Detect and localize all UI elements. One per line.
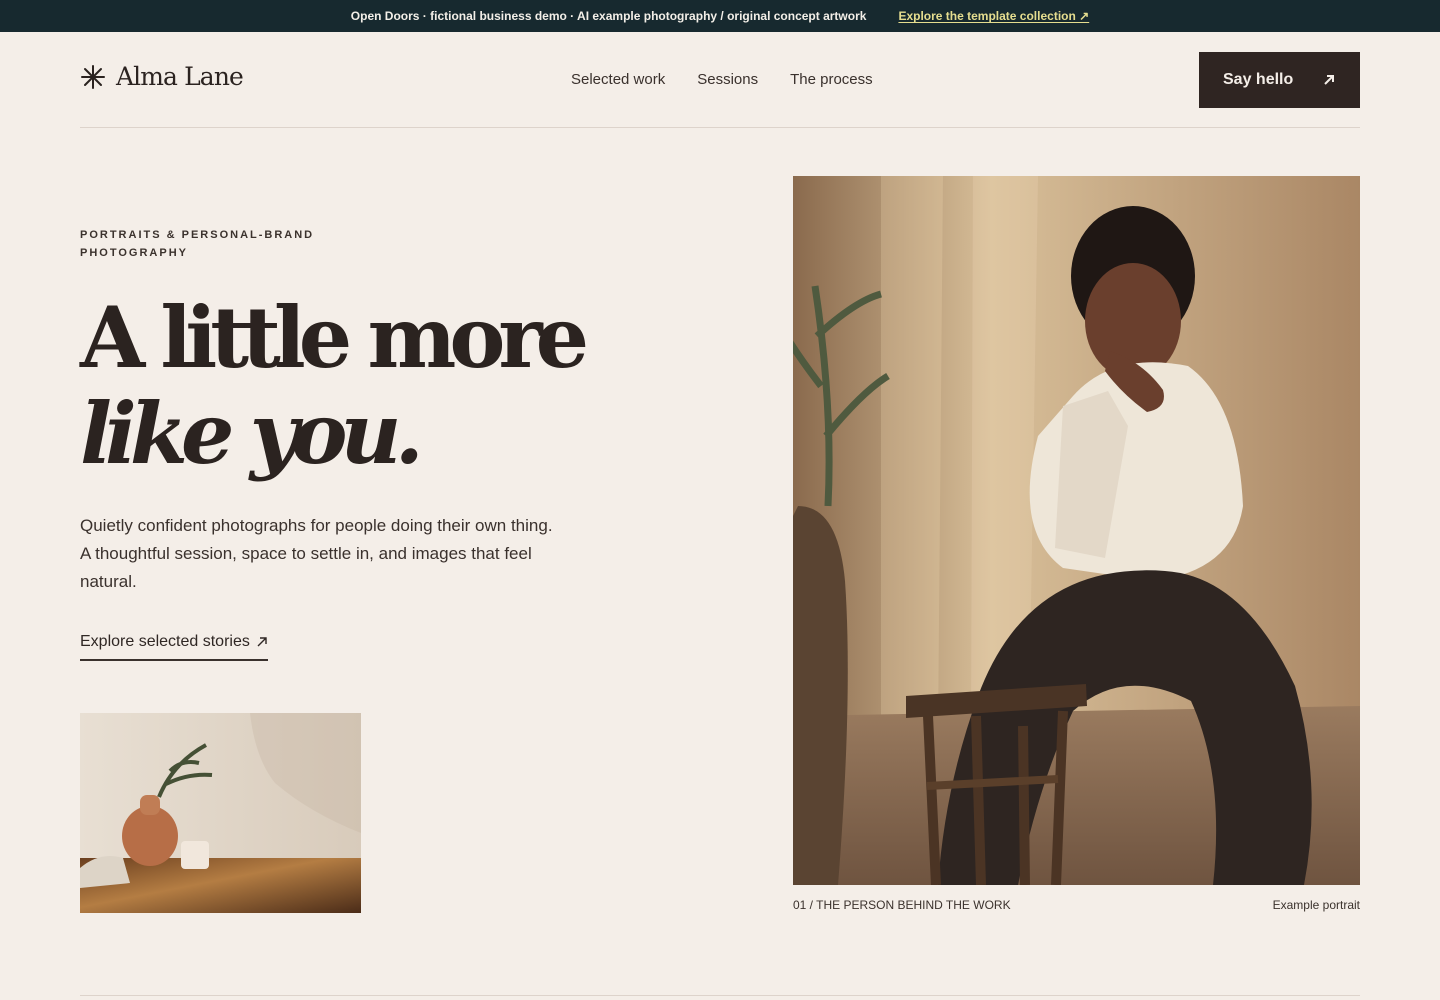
say-hello-label: Say hello (1223, 71, 1294, 88)
explore-stories-label: Explore selected stories (80, 633, 250, 650)
nav-the-process[interactable]: The process (790, 71, 873, 88)
hero-headline: A little more like you. (80, 288, 589, 483)
headline-line-2: like you. (80, 384, 424, 483)
headline-line-1: A little more (80, 288, 589, 387)
header-divider (80, 127, 1360, 128)
nav-selected-work[interactable]: Selected work (571, 71, 665, 88)
seated-portrait-image (793, 176, 1360, 885)
template-collection-link[interactable]: Explore the template collection ↗ (898, 9, 1089, 23)
explore-stories-link[interactable]: Explore selected stories (80, 633, 268, 661)
brand-name: Alma Lane (116, 62, 244, 91)
primary-navigation: Selected work Sessions The process (571, 71, 873, 88)
portrait-caption-note: Example portrait (1272, 898, 1360, 912)
brand-logo[interactable]: Alma Lane (80, 62, 244, 91)
say-hello-button[interactable]: Say hello (1199, 52, 1360, 108)
announcement-bar: Open Doors · fictional business demo · A… (0, 0, 1440, 32)
site-header: Alma Lane Selected work Sessions The pro… (80, 52, 1360, 108)
hero-eyebrow: PORTRAITS & PERSONAL-BRAND PHOTOGRAPHY (80, 229, 315, 259)
arrow-up-right-icon (257, 637, 267, 647)
section-divider (80, 995, 1360, 996)
nav-sessions[interactable]: Sessions (697, 71, 758, 88)
hero-intro: Quietly confident photographs for people… (80, 516, 553, 591)
asterisk-star-icon (81, 64, 105, 89)
announcement-text: Open Doors · fictional business demo · A… (350, 9, 867, 23)
still-life-vase-image (80, 713, 361, 913)
portrait-caption-label: 01 / THE PERSON BEHIND THE WORK (793, 898, 1011, 912)
arrow-up-right-icon (1324, 75, 1334, 85)
